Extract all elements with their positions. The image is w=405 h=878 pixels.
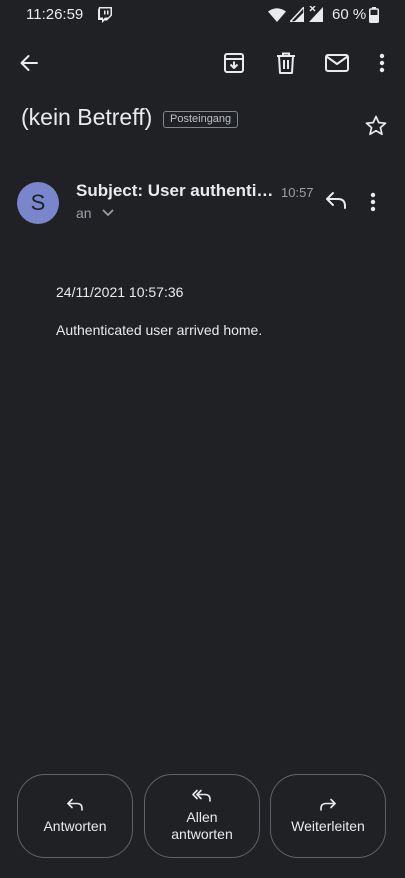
reply-all-button[interactable]: Allen antworten (144, 774, 260, 858)
message-time: 10:57 (281, 185, 314, 200)
arrow-back-icon (19, 53, 39, 73)
more-vert-icon (370, 192, 376, 212)
archive-button[interactable] (216, 45, 252, 81)
star-outline-icon (365, 115, 387, 136)
more-options-button[interactable] (364, 45, 400, 81)
delete-button[interactable] (268, 45, 304, 81)
twitch-notification-icon (98, 7, 112, 23)
reply-icon (66, 798, 84, 812)
mail-icon (325, 54, 349, 72)
reply-icon (324, 190, 348, 210)
back-button[interactable] (11, 45, 47, 81)
message-more-button[interactable] (370, 192, 376, 212)
reply-button[interactable]: Antworten (17, 774, 133, 858)
archive-icon (223, 52, 245, 74)
signal-strength-icon (290, 7, 304, 22)
forward-label: Weiterleiten (291, 817, 365, 834)
reply-label: Antworten (43, 817, 107, 834)
reply-all-label: Allen antworten (171, 809, 232, 843)
forward-icon (319, 798, 337, 812)
battery-percent: 60 % (332, 6, 367, 23)
reply-icon-button[interactable] (324, 190, 348, 210)
reply-all-label-line2: antworten (171, 826, 233, 842)
sender-subject-line: Subject: User authentic... (76, 181, 274, 200)
status-time: 11:26:59 (26, 6, 84, 23)
recipient-details-toggle[interactable]: an (76, 205, 114, 221)
chevron-down-icon (102, 209, 114, 217)
recipient-label: an (76, 205, 92, 221)
inbox-label-chip[interactable]: Posteingang (163, 111, 239, 128)
body-text: Authenticated user arrived home. (56, 322, 263, 338)
signal-no-data-icon (308, 6, 324, 22)
forward-button[interactable]: Weiterleiten (270, 774, 386, 858)
reply-all-label-line1: Allen (186, 809, 218, 825)
mark-unread-button[interactable] (319, 45, 355, 81)
sender-avatar[interactable]: S (17, 182, 59, 224)
status-bar: 11:26:59 60 % (0, 0, 405, 32)
battery-icon (369, 7, 379, 23)
body-timestamp: 24/11/2021 10:57:36 (56, 284, 184, 300)
email-subject: (kein Betreff) (21, 104, 153, 130)
trash-icon (276, 52, 296, 74)
more-vert-icon (379, 53, 385, 73)
reply-all-icon (192, 789, 212, 803)
star-button[interactable] (365, 115, 387, 136)
wifi-icon (268, 7, 286, 22)
